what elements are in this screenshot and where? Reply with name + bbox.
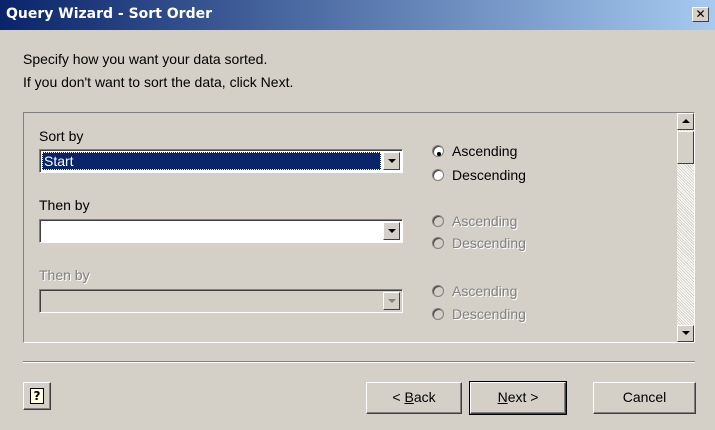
window-title: Query Wizard - Sort Order <box>6 6 212 22</box>
scroll-up-button[interactable] <box>677 113 694 130</box>
close-button[interactable]: ✕ <box>692 7 709 22</box>
next-label: ext > <box>507 389 539 405</box>
radio-selected-dot <box>437 152 441 156</box>
radio-circle <box>432 215 444 227</box>
help-button[interactable]: ? <box>23 382 51 410</box>
instruction-line-2: If you don't want to sort the data, clic… <box>23 74 294 90</box>
then-by-2-combobox <box>39 289 403 313</box>
help-icon: ? <box>30 388 44 404</box>
sort-by-value: Start <box>42 152 381 170</box>
descending-label: Descending <box>452 235 526 251</box>
back-prefix: < <box>392 389 405 405</box>
radio-circle <box>432 169 444 181</box>
ascending-label: Ascending <box>452 143 518 159</box>
vertical-scrollbar[interactable] <box>677 113 694 342</box>
radio-circle <box>432 285 444 297</box>
sort-by-dropdown-button[interactable] <box>383 152 400 170</box>
descending-label: Descending <box>452 167 526 183</box>
then-by-2-value <box>42 292 381 310</box>
close-icon: ✕ <box>695 7 706 21</box>
footer-separator <box>23 361 695 363</box>
chevron-down-icon <box>388 299 396 303</box>
back-label: ack <box>413 389 436 405</box>
instruction-line-1: Specify how you want your data sorted. <box>23 51 268 67</box>
scroll-thumb[interactable] <box>677 131 694 164</box>
radio-circle <box>432 308 444 320</box>
chevron-down-icon <box>388 229 396 233</box>
chevron-down-icon <box>682 331 690 335</box>
then-by-1-dropdown-button[interactable] <box>383 222 400 240</box>
then-by-2-dropdown-button <box>383 292 400 310</box>
next-button[interactable]: Next > <box>469 381 567 415</box>
cancel-button[interactable]: Cancel <box>593 382 696 414</box>
sort-by-combobox[interactable]: Start <box>39 149 403 173</box>
next-mnemonic: N <box>497 389 508 405</box>
then-by-1-value <box>42 222 381 240</box>
radio-circle <box>432 145 444 157</box>
ascending-label: Ascending <box>452 213 518 229</box>
chevron-down-icon <box>388 159 396 163</box>
sort-by-label: Sort by <box>39 128 84 144</box>
back-mnemonic: B <box>404 389 414 405</box>
chevron-up-icon <box>682 119 690 123</box>
back-button[interactable]: < Back <box>366 382 462 414</box>
descending-label: Descending <box>452 306 526 322</box>
sort-panel: Sort by Start Ascending Descending Then … <box>23 112 695 343</box>
scroll-down-button[interactable] <box>677 325 694 342</box>
radio-circle <box>432 237 444 249</box>
then-by-2-label: Then by <box>39 267 90 283</box>
then-by-1-combobox[interactable] <box>39 219 403 243</box>
then-by-1-label: Then by <box>39 197 90 213</box>
title-bar: Query Wizard - Sort Order ✕ <box>0 0 715 30</box>
ascending-label: Ascending <box>452 283 518 299</box>
